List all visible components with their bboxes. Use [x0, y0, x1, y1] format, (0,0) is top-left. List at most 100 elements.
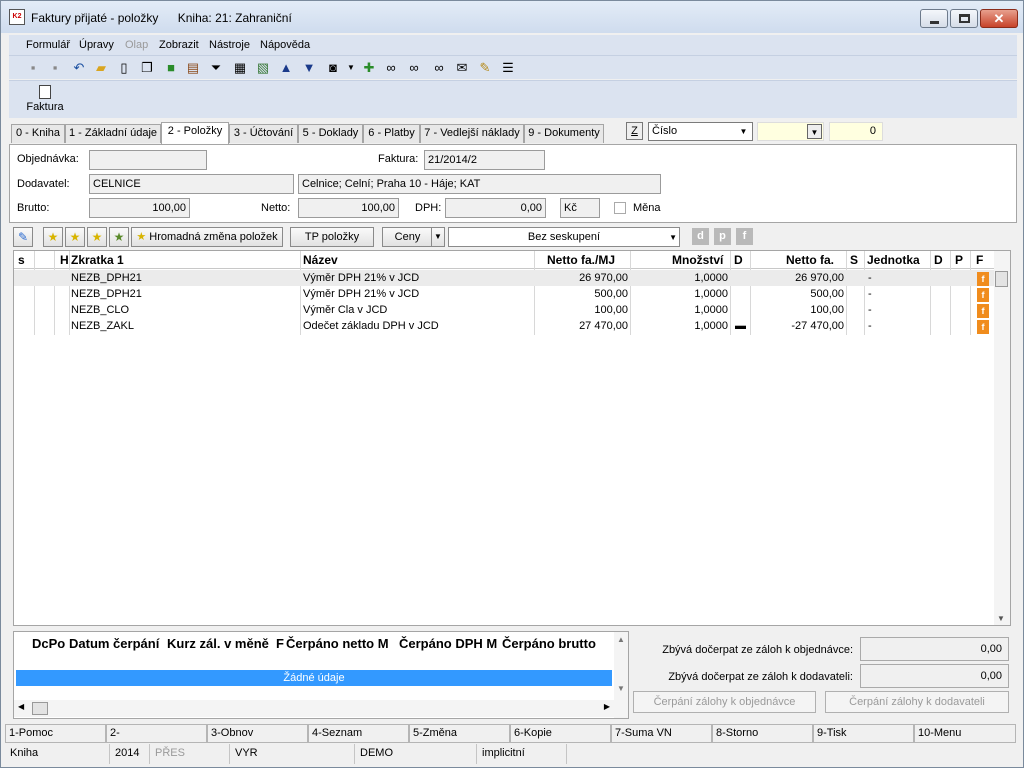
- notes-icon[interactable]: ✎: [477, 60, 493, 76]
- scroll-up-icon[interactable]: ▲: [617, 635, 625, 644]
- search-combo[interactable]: ▼: [757, 122, 824, 141]
- scroll-left-icon[interactable]: ◀: [18, 702, 24, 711]
- f2-key[interactable]: 2-: [106, 724, 207, 743]
- col-dcpo[interactable]: DcPo: [32, 636, 65, 651]
- faktura-button[interactable]: Faktura: [23, 83, 67, 117]
- camera-dropdown-icon[interactable]: ▼: [343, 60, 359, 76]
- f1-help[interactable]: 1-Pomoc: [5, 724, 106, 743]
- tab-polozky[interactable]: 2 - Položky: [161, 122, 229, 144]
- col-d2[interactable]: D: [934, 253, 943, 267]
- binoculars-next-icon[interactable]: ∞: [406, 60, 422, 76]
- col-zkratka[interactable]: Zkratka 1: [71, 253, 124, 267]
- tab-doklady[interactable]: 5 - Doklady: [298, 124, 363, 143]
- advances-vscroll[interactable]: ▲ ▼: [614, 632, 628, 718]
- open-folder-icon[interactable]: ▰: [93, 60, 109, 76]
- table-row[interactable]: NEZB_ZAKL Odečet základu DPH v JCD 27 47…: [14, 318, 994, 334]
- star-icon[interactable]: ★: [43, 227, 63, 247]
- f8-storno[interactable]: 8-Storno: [712, 724, 813, 743]
- f9-print[interactable]: 9-Tisk: [813, 724, 914, 743]
- tab-vedlejsi-naklady[interactable]: 7 - Vedlejší náklady: [420, 124, 524, 143]
- f-flag-icon[interactable]: f: [977, 288, 989, 302]
- menu-zobrazit[interactable]: Zobrazit: [159, 39, 199, 51]
- table-row[interactable]: NEZB_DPH21 Výměr DPH 21% v JCD 26 970,00…: [14, 270, 994, 286]
- f-flag-icon[interactable]: f: [977, 304, 989, 318]
- col-datum-cerpani[interactable]: Datum čerpání: [69, 636, 159, 651]
- tab-dokumenty[interactable]: 9 - Dokumenty: [524, 124, 604, 143]
- advance-order-button[interactable]: Čerpání zálohy k objednávce: [633, 691, 816, 713]
- col-kurz[interactable]: Kurz zál. v měně: [167, 636, 269, 651]
- f7-sum[interactable]: 7-Suma VN: [611, 724, 712, 743]
- scroll-thumb[interactable]: [32, 702, 48, 715]
- objednavka-field[interactable]: [89, 150, 207, 170]
- table-row[interactable]: NEZB_DPH21 Výměr DPH 21% v JCD 500,00 1,…: [14, 286, 994, 302]
- col-netto[interactable]: Netto fa.: [786, 253, 834, 267]
- new-document-icon[interactable]: ▯: [116, 60, 132, 76]
- ceny-button[interactable]: Ceny: [382, 227, 433, 247]
- grid-scrollbar[interactable]: ▼: [994, 251, 1010, 625]
- binoculars-settings-icon[interactable]: ∞: [431, 60, 447, 76]
- arrow-up-icon[interactable]: ▲: [278, 60, 294, 76]
- scroll-down-icon[interactable]: ▼: [617, 684, 625, 693]
- faktura-field[interactable]: 21/2014/2: [424, 150, 545, 170]
- col-jednotka[interactable]: Jednotka: [867, 253, 920, 267]
- run-icon[interactable]: ✚: [361, 60, 377, 76]
- filter-icon[interactable]: ⏷: [208, 60, 224, 76]
- mail-icon[interactable]: ✉: [454, 60, 470, 76]
- edit-items-icon[interactable]: ✎: [13, 227, 33, 247]
- col-cerpano-netto[interactable]: Čerpáno netto M: [286, 636, 389, 651]
- books-stack-icon[interactable]: ▧: [255, 60, 271, 76]
- col-nazev[interactable]: Název: [303, 253, 338, 267]
- f-flag-icon[interactable]: f: [977, 272, 989, 286]
- menu-napoveda[interactable]: Nápověda: [260, 39, 310, 51]
- f6-copy[interactable]: 6-Kopie: [510, 724, 611, 743]
- copy-document-icon[interactable]: ❐: [139, 60, 155, 76]
- f4-list[interactable]: 4-Seznam: [308, 724, 409, 743]
- scroll-thumb[interactable]: [995, 271, 1008, 287]
- filter-list-icon[interactable]: ▦: [232, 60, 248, 76]
- save-icon[interactable]: ▪: [25, 60, 41, 76]
- mass-change-button[interactable]: ★ Hromadná změna položek: [131, 227, 283, 247]
- tab-zakladni-udaje[interactable]: 1 - Základní údaje: [65, 124, 161, 143]
- f3-refresh[interactable]: 3-Obnov: [207, 724, 308, 743]
- menu-formular[interactable]: Formulář: [26, 39, 70, 51]
- tab-uctovani[interactable]: 3 - Účtování: [229, 124, 298, 143]
- star-delete-icon[interactable]: ★: [109, 227, 129, 247]
- menu-upravy[interactable]: Úpravy: [79, 39, 114, 51]
- camera-icon[interactable]: ◙: [325, 60, 341, 76]
- col-mnozstvi[interactable]: Množství: [672, 253, 723, 267]
- undo-icon[interactable]: ↶: [71, 60, 87, 76]
- dodavatel-field[interactable]: CELNICE: [89, 174, 294, 194]
- scroll-right-icon[interactable]: ▶: [604, 702, 610, 711]
- f10-menu[interactable]: 10-Menu: [914, 724, 1016, 743]
- col-netto-mj[interactable]: Netto fa./MJ: [547, 253, 615, 267]
- f5-change[interactable]: 5-Změna: [409, 724, 510, 743]
- scroll-down-icon[interactable]: ▼: [997, 614, 1005, 623]
- f-flag-icon[interactable]: f: [977, 320, 989, 334]
- tab-kniha[interactable]: 0 - Kniha: [11, 124, 65, 143]
- menu-lines-icon[interactable]: ☰: [500, 60, 516, 76]
- advance-supplier-button[interactable]: Čerpání zálohy k dodavateli: [825, 691, 1009, 713]
- col-h[interactable]: H: [60, 253, 69, 267]
- binoculars-icon[interactable]: ∞: [383, 60, 399, 76]
- col-s2[interactable]: S: [850, 253, 858, 267]
- save-as-icon[interactable]: ▪: [47, 60, 63, 76]
- maximize-button[interactable]: [950, 9, 978, 28]
- ceny-dropdown-icon[interactable]: ▼: [431, 227, 445, 247]
- grouping-combo[interactable]: Bez seskupení ▼: [448, 227, 680, 247]
- col-cerpano-dph[interactable]: Čerpáno DPH M: [399, 636, 497, 651]
- menu-nastroje[interactable]: Nástroje: [209, 39, 250, 51]
- col-f[interactable]: F: [276, 636, 284, 651]
- col-cerpano-brutto[interactable]: Čerpáno brutto: [502, 636, 596, 651]
- minimize-button[interactable]: [920, 9, 948, 28]
- col-s[interactable]: s: [18, 253, 25, 267]
- mena-checkbox[interactable]: [614, 202, 626, 214]
- arrow-down-icon[interactable]: ▼: [301, 60, 317, 76]
- sort-combo[interactable]: Číslo ▼: [648, 122, 753, 141]
- table-row[interactable]: NEZB_CLO Výměr Cla v JCD 100,00 1,0000 1…: [14, 302, 994, 318]
- tp-polozky-button[interactable]: TP položky: [290, 227, 374, 247]
- star-add-icon[interactable]: ★: [65, 227, 85, 247]
- col-f[interactable]: F: [976, 253, 983, 267]
- tab-platby[interactable]: 6 - Platby: [363, 124, 420, 143]
- z-button[interactable]: Z: [626, 122, 643, 140]
- col-p[interactable]: P: [955, 253, 963, 267]
